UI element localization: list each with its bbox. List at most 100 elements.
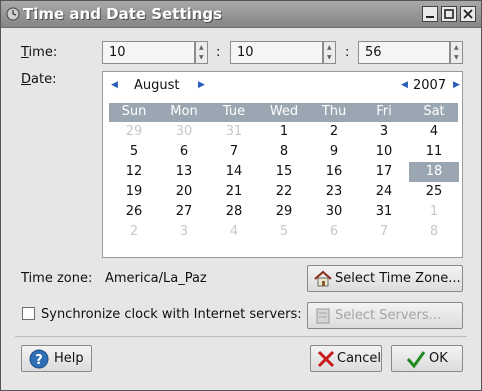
seconds-spinner[interactable]: 56 ▲ ▼ (358, 41, 463, 64)
calendar-day[interactable]: 31 (209, 122, 259, 142)
hours-spinner[interactable]: 10 ▲ ▼ (102, 41, 208, 64)
calendar-day[interactable]: 7 (359, 222, 409, 242)
calendar-day[interactable]: 4 (409, 122, 459, 142)
select-timezone-button[interactable]: Select Time Zone... (307, 265, 463, 292)
calendar-day[interactable]: 12 (109, 162, 159, 182)
calendar-day[interactable]: 2 (109, 222, 159, 242)
seconds-stepper[interactable]: ▲ ▼ (450, 41, 463, 64)
calendar-day[interactable]: 19 (109, 182, 159, 202)
cancel-label: Cancel (337, 351, 382, 366)
seconds-field[interactable]: 56 (358, 41, 450, 64)
weekday-label: Wed (269, 104, 299, 119)
hours-stepper[interactable]: ▲ ▼ (195, 41, 208, 64)
calendar-day[interactable]: 25 (409, 182, 459, 202)
calendar-day[interactable]: 27 (159, 202, 209, 222)
help-label: Help (54, 351, 84, 366)
spin-down-icon[interactable]: ▼ (327, 55, 332, 61)
spin-up-icon[interactable]: ▲ (199, 45, 204, 51)
check-icon (406, 351, 426, 369)
calendar-day[interactable]: 14 (209, 162, 259, 182)
select-servers-label: Select Servers... (335, 308, 442, 323)
calendar-day[interactable]: 20 (159, 182, 209, 202)
calendar-day[interactable]: 29 (259, 202, 309, 222)
calendar-day[interactable]: 30 (159, 122, 209, 142)
calendar-day[interactable]: 24 (359, 182, 409, 202)
weekday-label: Mon (170, 104, 198, 119)
clock-icon (6, 7, 20, 21)
spin-down-icon[interactable]: ▼ (454, 55, 459, 61)
hours-field[interactable]: 10 (102, 41, 195, 64)
select-servers-button[interactable]: Select Servers... (307, 302, 463, 329)
next-year-icon[interactable]: ▶ (453, 80, 460, 90)
calendar-day[interactable]: 8 (259, 142, 309, 162)
minutes-field[interactable]: 10 (230, 41, 323, 64)
calendar-day[interactable]: 11 (409, 142, 459, 162)
maximize-button[interactable] (441, 6, 457, 22)
date-label: Date: (21, 72, 57, 87)
calendar-day[interactable]: 30 (309, 202, 359, 222)
minutes-spinner[interactable]: 10 ▲ ▼ (230, 41, 336, 64)
calendar-day[interactable]: 21 (209, 182, 259, 202)
sync-checkbox[interactable] (22, 307, 35, 320)
weekday-header: Sun Mon Tue Wed Thu Fri Sat (109, 103, 458, 122)
time-separator: : (216, 45, 221, 60)
next-month-icon[interactable]: ▶ (198, 80, 205, 90)
ok-label: OK (429, 351, 448, 366)
calendar-day[interactable]: 1 (409, 202, 459, 222)
minimize-icon (426, 16, 434, 18)
close-window-button[interactable] (460, 6, 476, 22)
weekday-label: Sat (423, 104, 445, 119)
calendar-day[interactable]: 26 (109, 202, 159, 222)
calendar-day[interactable]: 8 (409, 222, 459, 242)
calendar-day[interactable]: 9 (309, 142, 359, 162)
calendar-day[interactable]: 15 (259, 162, 309, 182)
weekday-label: Fri (376, 104, 392, 119)
timezone-label: Time zone: (21, 271, 93, 286)
select-timezone-label: Select Time Zone... (335, 271, 461, 286)
calendar-month: August (134, 78, 180, 93)
help-button[interactable]: ? Help (21, 345, 92, 372)
minimize-button[interactable] (422, 6, 438, 22)
prev-month-icon[interactable]: ◀ (111, 80, 118, 90)
minutes-stepper[interactable]: ▲ ▼ (323, 41, 336, 64)
calendar-day[interactable]: 23 (309, 182, 359, 202)
title-bar[interactable]: Time and Date Settings (1, 1, 481, 28)
calendar-day[interactable]: 5 (259, 222, 309, 242)
help-icon: ? (29, 349, 49, 369)
calendar-day[interactable]: 1 (259, 122, 309, 142)
weekday-label: Sun (121, 104, 147, 119)
calendar-day[interactable]: 7 (209, 142, 259, 162)
ok-button[interactable]: OK (391, 345, 463, 372)
calendar-day[interactable]: 6 (309, 222, 359, 242)
calendar-day[interactable]: 28 (209, 202, 259, 222)
calendar-day[interactable]: 17 (359, 162, 409, 182)
cancel-button[interactable]: Cancel (310, 345, 382, 372)
calendar-day[interactable]: 16 (309, 162, 359, 182)
prev-year-icon[interactable]: ◀ (401, 80, 408, 90)
sync-label: Synchronize clock with Internet servers: (41, 307, 302, 322)
server-icon (316, 308, 330, 324)
calendar-day[interactable]: 29 (109, 122, 159, 142)
spin-up-icon[interactable]: ▲ (454, 45, 459, 51)
calendar-day[interactable]: 2 (309, 122, 359, 142)
calendar-day[interactable]: 3 (359, 122, 409, 142)
spin-down-icon[interactable]: ▼ (199, 55, 204, 61)
calendar-day[interactable]: 22 (259, 182, 309, 202)
calendar-year: 2007 (413, 78, 447, 93)
time-date-dialog: Time and Date Settings Time: 10 ▲ ▼ : 10… (0, 0, 482, 391)
calendar-day[interactable]: 31 (359, 202, 409, 222)
time-separator: : (345, 45, 350, 60)
calendar-day[interactable]: 4 (209, 222, 259, 242)
calendar-day[interactable]: 18 (409, 162, 459, 182)
weekday-label: Thu (321, 104, 347, 119)
calendar-day[interactable]: 6 (159, 142, 209, 162)
weekday-label: Tue (222, 104, 246, 119)
calendar[interactable]: ◀ August ▶ ◀ 2007 ▶ Sun Mon Tue Wed Thu … (102, 71, 463, 258)
calendar-day[interactable]: 5 (109, 142, 159, 162)
calendar-day[interactable]: 3 (159, 222, 209, 242)
calendar-day[interactable]: 10 (359, 142, 409, 162)
timezone-value: America/La_Paz (105, 271, 207, 286)
house-icon (314, 270, 332, 287)
spin-up-icon[interactable]: ▲ (327, 45, 332, 51)
calendar-day[interactable]: 13 (159, 162, 209, 182)
